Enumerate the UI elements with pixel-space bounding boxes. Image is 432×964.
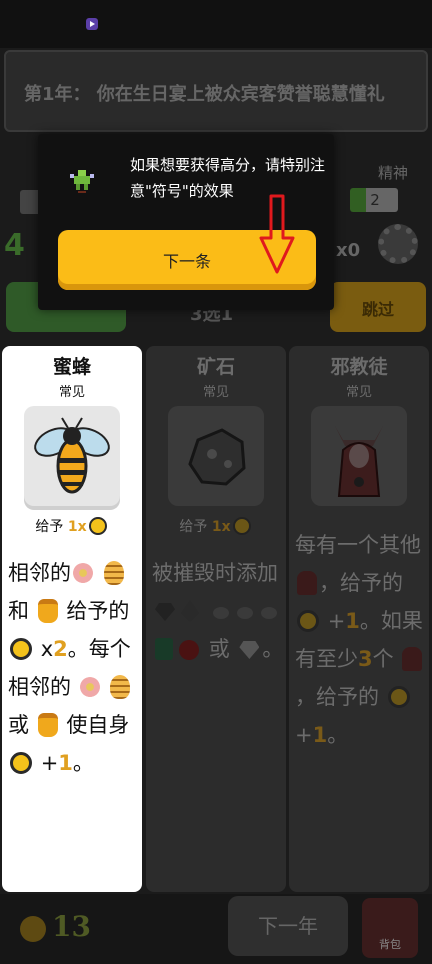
card-description: 每有一个其他，给予的 +1。如果有至少3个 ，给予的 +1。 [295,526,427,754]
pixel-character-icon [68,166,96,194]
backpack-label: 背包 [379,938,401,951]
card-ore[interactable]: 矿石 常见 给予 1x 被摧毁时添加 或 。 [146,346,286,892]
desc-highlight: 1 [345,609,360,633]
card-give-line: 给予 1x [2,516,142,536]
coin-icon [10,752,32,774]
ore-small-icon [260,607,277,619]
desc-text: + [295,723,313,747]
coin-icon [232,517,251,535]
card-name: 矿石 [196,356,235,378]
coin-icon [20,916,46,942]
coin-count: 13 [52,910,91,943]
desc-text: ，给予的 [319,571,403,595]
coin-icon [387,686,410,708]
ore-icon [168,406,264,506]
desc-text: 给予的 [66,599,130,623]
pearl-icon [212,607,229,619]
give-multiplier: 1x [67,519,87,535]
emerald-icon [155,638,173,660]
card-cultist[interactable]: 邪教徒 常见 每有一个其他，给予的 +1。如果有至少3个 ，给予的 +1。 [289,346,429,892]
desc-text: 或 [8,713,29,737]
diamond-outline-icon [239,641,260,659]
desc-text: 。 [262,637,284,661]
card-description: 被摧毁时添加 或 。 [152,554,284,668]
desc-text: 个 [372,647,394,671]
desc-text: 或 [208,637,230,661]
skip-button-label: 跳过 [361,300,394,319]
desc-highlight: 1 [58,751,73,775]
honey-icon [37,713,58,737]
desc-text: 和 [8,599,29,623]
honey-icon [37,599,58,623]
status-bar [0,0,432,48]
flower-icon [79,677,100,697]
beehive-icon [103,561,124,585]
spirit-value-text: 2 [370,191,380,209]
coin-icon [88,517,107,535]
card-rarity: 常见 [345,385,372,400]
desc-text: x [40,637,54,661]
desc-text: + [40,751,59,775]
backpack-button[interactable]: 背包 [362,898,418,958]
give-prefix: 给予 [179,519,208,535]
desc-text: + [327,609,346,633]
desc-text: ，给予的 [295,685,379,709]
desc-text: 每有一个其他 [295,533,421,557]
skip-button[interactable]: 跳过 [330,282,426,332]
year-event-text: 第1年： 你在生日宴上被众宾客赞誉聪慧懂礼 [24,84,385,105]
spirit-bar-fill [350,188,366,212]
bottom-bar: 13 下一年 背包 [0,894,432,964]
next-year-button[interactable]: 下一年 [228,896,348,956]
desc-text: 被摧毁时添加 [152,561,278,585]
card-name: 邪教徒 [330,356,388,378]
card-rarity: 常见 [202,385,229,400]
gear-icon[interactable] [378,224,418,264]
card-description: 相邻的 和 给予的 x2。每个相邻的 或 使自身 +1。 [8,554,140,782]
coin-icon [10,638,32,660]
bee-icon [24,406,120,506]
card-name: 蜜蜂 [52,356,91,378]
tip-text: 如果想要获得高分，请特别注意"符号"的效果 [130,156,326,200]
desc-text: 。 [72,751,94,775]
down-arrow-annotation-icon [259,194,295,274]
cultist-icon [311,406,407,506]
spirit-label: 精神 [378,164,409,182]
desc-highlight: 1 [312,723,328,747]
desc-text: 。 [327,723,349,747]
ruby-icon [179,640,199,660]
stone-icon [236,607,253,619]
give-multiplier: 1x [211,519,231,535]
video-app-icon [86,18,98,30]
card-give-line: 给予 1x [146,516,286,536]
desc-highlight: 2 [53,637,68,661]
coin-icon [297,610,319,632]
stat-value-left: 4 [4,228,25,263]
desc-highlight: 3 [358,647,373,671]
desc-text: 相邻的 [8,561,71,585]
flower-icon [73,563,93,583]
desc-text: 使自身 [66,713,130,737]
give-prefix: 给予 [35,519,64,535]
year-event-banner: 第1年： 你在生日宴上被众宾客赞誉聪慧懂礼 [4,50,428,132]
crystal-icon [181,600,199,622]
cultist-small-icon [297,571,317,595]
card-bee[interactable]: 蜜蜂 常见 给予 1x 相邻的 和 给予的 x2。每个相邻的 或 使自身 +1。 [2,346,142,892]
diamond-icon [155,603,175,621]
cultist-small-icon [402,647,423,671]
card-rarity: 常见 [58,385,85,400]
multiplier-text: x0 [336,240,361,261]
beehive-icon [110,675,131,699]
